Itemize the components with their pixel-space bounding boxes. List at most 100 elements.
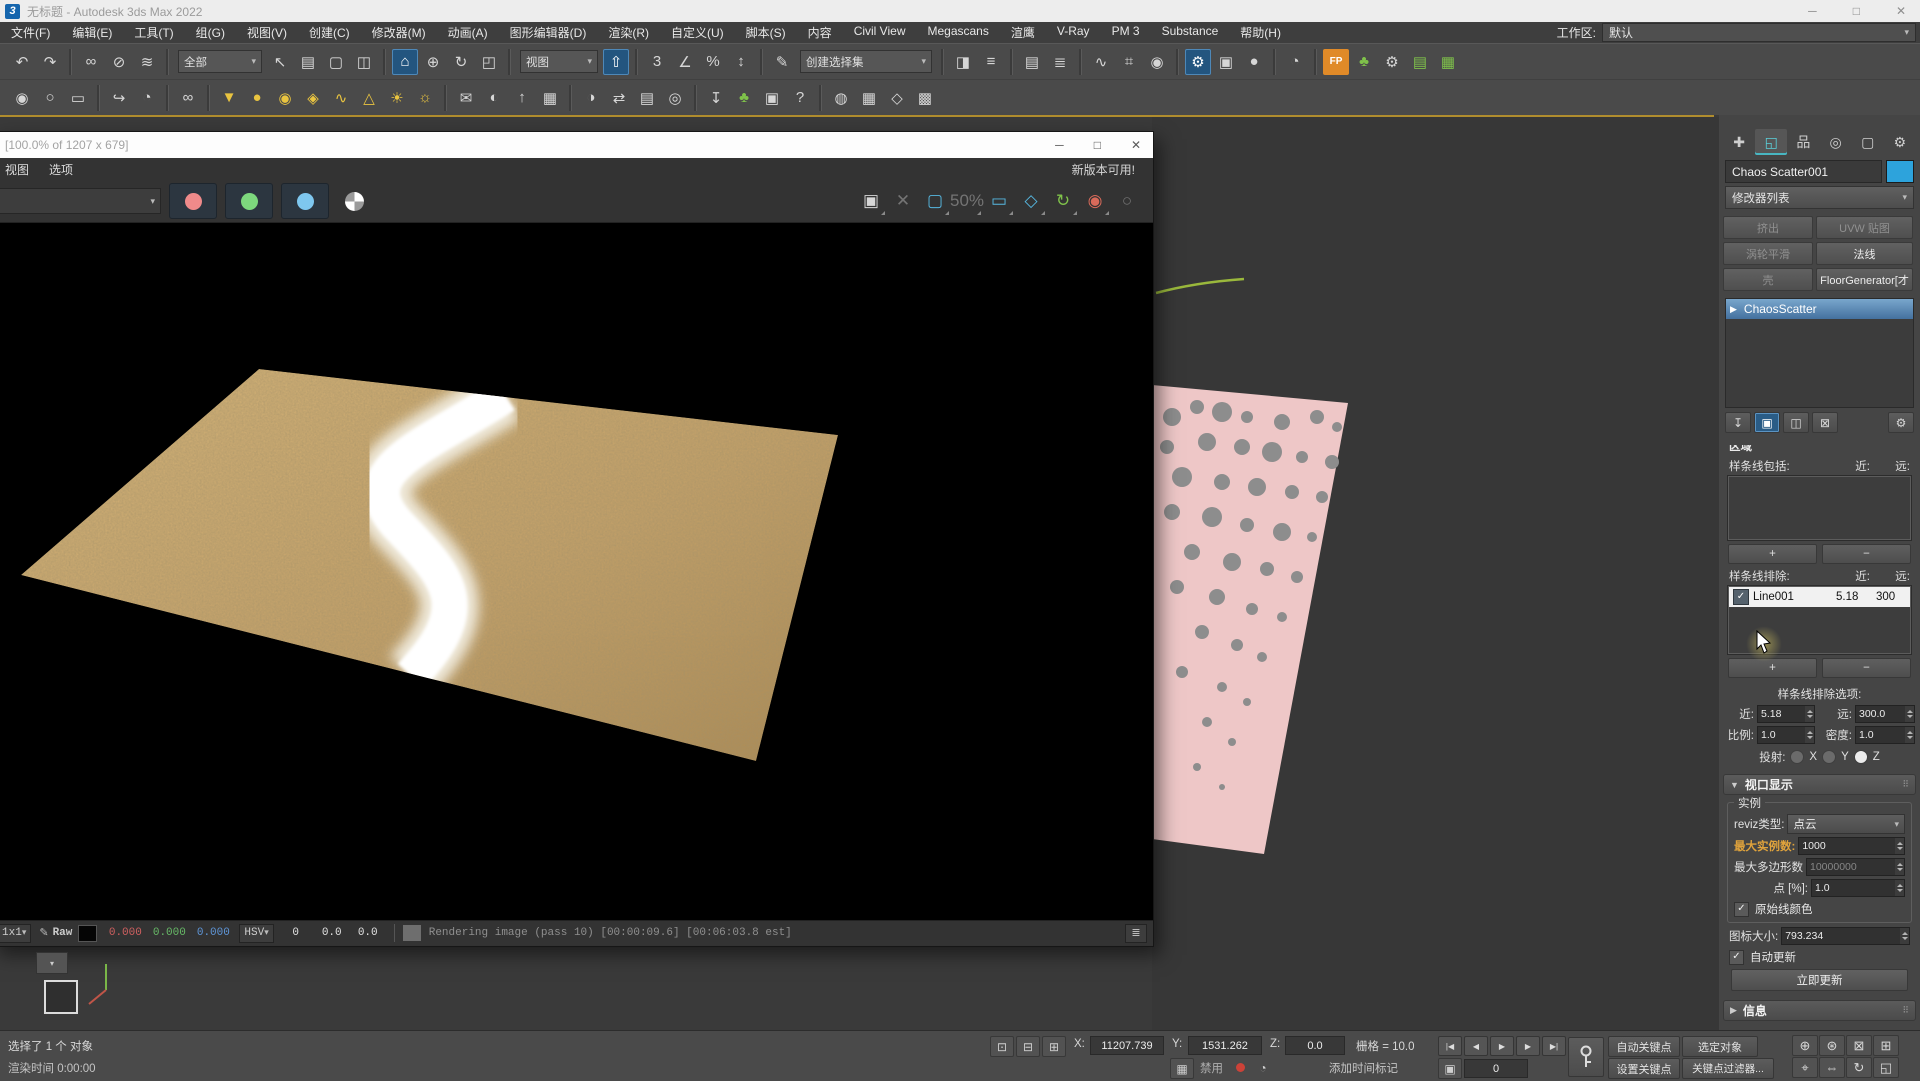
tab-utilities[interactable]: ⚙ bbox=[1884, 129, 1916, 155]
green-channel-button[interactable] bbox=[225, 183, 273, 219]
menu-item[interactable]: V-Ray bbox=[1046, 24, 1101, 41]
row-checkbox[interactable]: ✓ bbox=[1733, 589, 1749, 605]
go-to-start-button[interactable]: |◀ bbox=[1438, 1036, 1462, 1056]
bell-icon[interactable]: △ bbox=[356, 85, 382, 111]
quick-table-icon[interactable]: ▦ bbox=[1435, 49, 1461, 75]
object-name-field[interactable]: Chaos Scatter001 bbox=[1725, 160, 1882, 183]
preview-type-dropdown[interactable]: 点云▾ bbox=[1787, 814, 1905, 834]
modifier-extrude-button[interactable]: 挤出 bbox=[1723, 216, 1813, 239]
select-object-icon[interactable]: ↖ bbox=[267, 49, 293, 75]
menu-item[interactable]: 视图(V) bbox=[236, 24, 298, 41]
perspective-viewport[interactable] bbox=[1152, 117, 1719, 1030]
play-button[interactable]: ▶ bbox=[1490, 1036, 1514, 1056]
exclude-add-button[interactable]: + bbox=[1728, 658, 1817, 678]
zoom-icon[interactable]: ⊕ bbox=[1792, 1035, 1818, 1056]
alpha-channel-icon[interactable] bbox=[345, 192, 364, 211]
stack-item-chaosscatter[interactable]: ▶ ChaosScatter bbox=[1726, 299, 1913, 319]
spline-include-list[interactable] bbox=[1728, 476, 1911, 540]
teapot-yellow-icon[interactable]: ◉ bbox=[272, 85, 298, 111]
make-unique-icon[interactable]: ◫ bbox=[1783, 412, 1809, 433]
selected-object-dropdown[interactable]: 选定对象 bbox=[1682, 1036, 1758, 1057]
torus-icon[interactable]: ○ bbox=[37, 85, 63, 111]
far-spinner[interactable]: 300.0 bbox=[1855, 705, 1915, 723]
remove-modifier-icon[interactable]: ⊠ bbox=[1812, 412, 1838, 433]
viewport-display-rollout[interactable]: ▼ 视口显示 ⠿ bbox=[1723, 774, 1916, 795]
update-now-button[interactable]: 立即更新 bbox=[1731, 969, 1908, 991]
menu-item[interactable]: 动画(A) bbox=[437, 24, 499, 41]
region-render-icon[interactable]: ▢ bbox=[920, 186, 950, 216]
isolate-selection-icon[interactable]: ⊡ bbox=[990, 1036, 1014, 1057]
tab-motion[interactable]: ◎ bbox=[1820, 129, 1852, 155]
menu-item[interactable]: 内容 bbox=[797, 24, 843, 41]
red-channel-button[interactable] bbox=[169, 183, 217, 219]
set-key-button[interactable]: 设置关键点 bbox=[1608, 1058, 1680, 1079]
menu-item[interactable]: Substance bbox=[1151, 24, 1230, 41]
render-off-icon[interactable]: ○ bbox=[1112, 186, 1142, 216]
unlink-selection-icon[interactable]: ⊘ bbox=[106, 49, 132, 75]
minimize-button[interactable]: ─ bbox=[1808, 4, 1817, 18]
auto-key-button[interactable]: 自动关键点 bbox=[1608, 1036, 1680, 1057]
scale-spinner[interactable]: 1.0 bbox=[1757, 726, 1815, 744]
curl-arrow-icon[interactable]: ↪ bbox=[106, 85, 132, 111]
save-disabled-icon[interactable]: ✕ bbox=[888, 186, 918, 216]
channel-dropdown[interactable]: ▾ bbox=[0, 188, 161, 214]
z-coordinate-field[interactable]: 0.0 bbox=[1285, 1036, 1345, 1055]
tab-display[interactable]: ▢ bbox=[1852, 129, 1884, 155]
zoom-all-icon[interactable]: ⊛ bbox=[1819, 1035, 1845, 1056]
frame-icon[interactable]: ▣ bbox=[759, 85, 785, 111]
include-add-button[interactable]: + bbox=[1728, 544, 1817, 564]
named-selection-set-dropdown[interactable]: 创建选择集▾ bbox=[800, 50, 932, 73]
density-spinner[interactable]: 1.0 bbox=[1855, 726, 1915, 744]
update-notice[interactable]: 新版本可用! bbox=[1072, 161, 1135, 178]
tab-modify[interactable]: ◱ bbox=[1755, 129, 1787, 155]
select-and-move-icon[interactable]: ⊕ bbox=[420, 49, 446, 75]
pick-object-icon[interactable]: ◇ bbox=[1016, 186, 1046, 216]
diamond2-icon[interactable]: ◇ bbox=[884, 85, 910, 111]
menu-item[interactable]: 帮助(H) bbox=[1229, 24, 1292, 41]
forest-pack-icon[interactable]: FP bbox=[1323, 49, 1349, 75]
x-coordinate-field[interactable]: 11207.739 bbox=[1090, 1036, 1164, 1055]
envelope-icon[interactable]: ✉ bbox=[453, 85, 479, 111]
menu-item[interactable]: 创建(C) bbox=[298, 24, 361, 41]
mirror-icon[interactable]: ◨ bbox=[950, 49, 976, 75]
pixel-ratio-dropdown[interactable]: 1x1▾ bbox=[0, 924, 31, 943]
resolution-icon[interactable]: ▭ bbox=[984, 186, 1014, 216]
use-center-icon[interactable]: ⇧ bbox=[603, 49, 629, 75]
pin-stack-icon[interactable]: ↧ bbox=[1725, 412, 1751, 433]
pan-icon[interactable]: ⇔ bbox=[1819, 1057, 1845, 1078]
spline-yellow-icon[interactable]: ∿ bbox=[328, 85, 354, 111]
exclude-list-row-line001[interactable]: ✓ Line001 5.18 300 bbox=[1729, 587, 1910, 607]
modifier-shell-button[interactable]: 壳 bbox=[1723, 268, 1813, 291]
close-button[interactable]: ✕ bbox=[1896, 4, 1906, 18]
maximize-viewport-icon[interactable]: ◱ bbox=[1873, 1057, 1899, 1078]
help-icon[interactable]: ? bbox=[787, 85, 813, 111]
exclude-remove-button[interactable]: − bbox=[1822, 658, 1911, 678]
vfb-menu-view[interactable]: 视图 bbox=[5, 161, 29, 178]
material-editor-icon[interactable]: ◉ bbox=[1144, 49, 1170, 75]
blue-channel-button[interactable] bbox=[281, 183, 329, 219]
swap-icon[interactable]: ⇄ bbox=[606, 85, 632, 111]
vfb-minimize-button[interactable]: ─ bbox=[1055, 138, 1064, 152]
menu-item[interactable]: 渲染(R) bbox=[597, 24, 660, 41]
schematic-view-icon[interactable]: ⌗ bbox=[1116, 49, 1142, 75]
max-instances-spinner[interactable]: 1000 bbox=[1798, 837, 1905, 855]
tab-hierarchy[interactable]: 品 bbox=[1787, 129, 1819, 155]
near-spinner[interactable]: 5.18 bbox=[1757, 705, 1815, 723]
teapot-icon[interactable]: ◉ bbox=[9, 85, 35, 111]
wrench-icon[interactable]: ⚙ bbox=[1379, 49, 1405, 75]
select-and-link-icon[interactable]: ∞ bbox=[78, 49, 104, 75]
menu-item[interactable]: 文件(F) bbox=[0, 24, 61, 41]
expand-arrow-icon[interactable]: ▶ bbox=[1730, 304, 1737, 315]
window-icon[interactable]: ▭ bbox=[65, 85, 91, 111]
transform-type-in-icon[interactable]: ⊞ bbox=[1042, 1036, 1066, 1057]
zoom-extents-icon[interactable]: ⊠ bbox=[1846, 1035, 1872, 1056]
field-of-view-icon[interactable]: ⌖ bbox=[1792, 1057, 1818, 1078]
menu-item[interactable]: 组(G) bbox=[185, 24, 236, 41]
disable-label[interactable]: 禁用 bbox=[1200, 1060, 1223, 1076]
menu-item[interactable]: 自定义(U) bbox=[660, 24, 735, 41]
show-end-result-icon[interactable]: ▣ bbox=[1754, 412, 1780, 433]
half-size-icon[interactable]: 50% bbox=[952, 186, 982, 216]
info-rollout[interactable]: ▶ 信息 ⠿ bbox=[1723, 1000, 1916, 1021]
spinner-snap-icon[interactable]: ↕ bbox=[728, 49, 754, 75]
timeline-mini-button[interactable]: ▾ bbox=[36, 952, 68, 974]
